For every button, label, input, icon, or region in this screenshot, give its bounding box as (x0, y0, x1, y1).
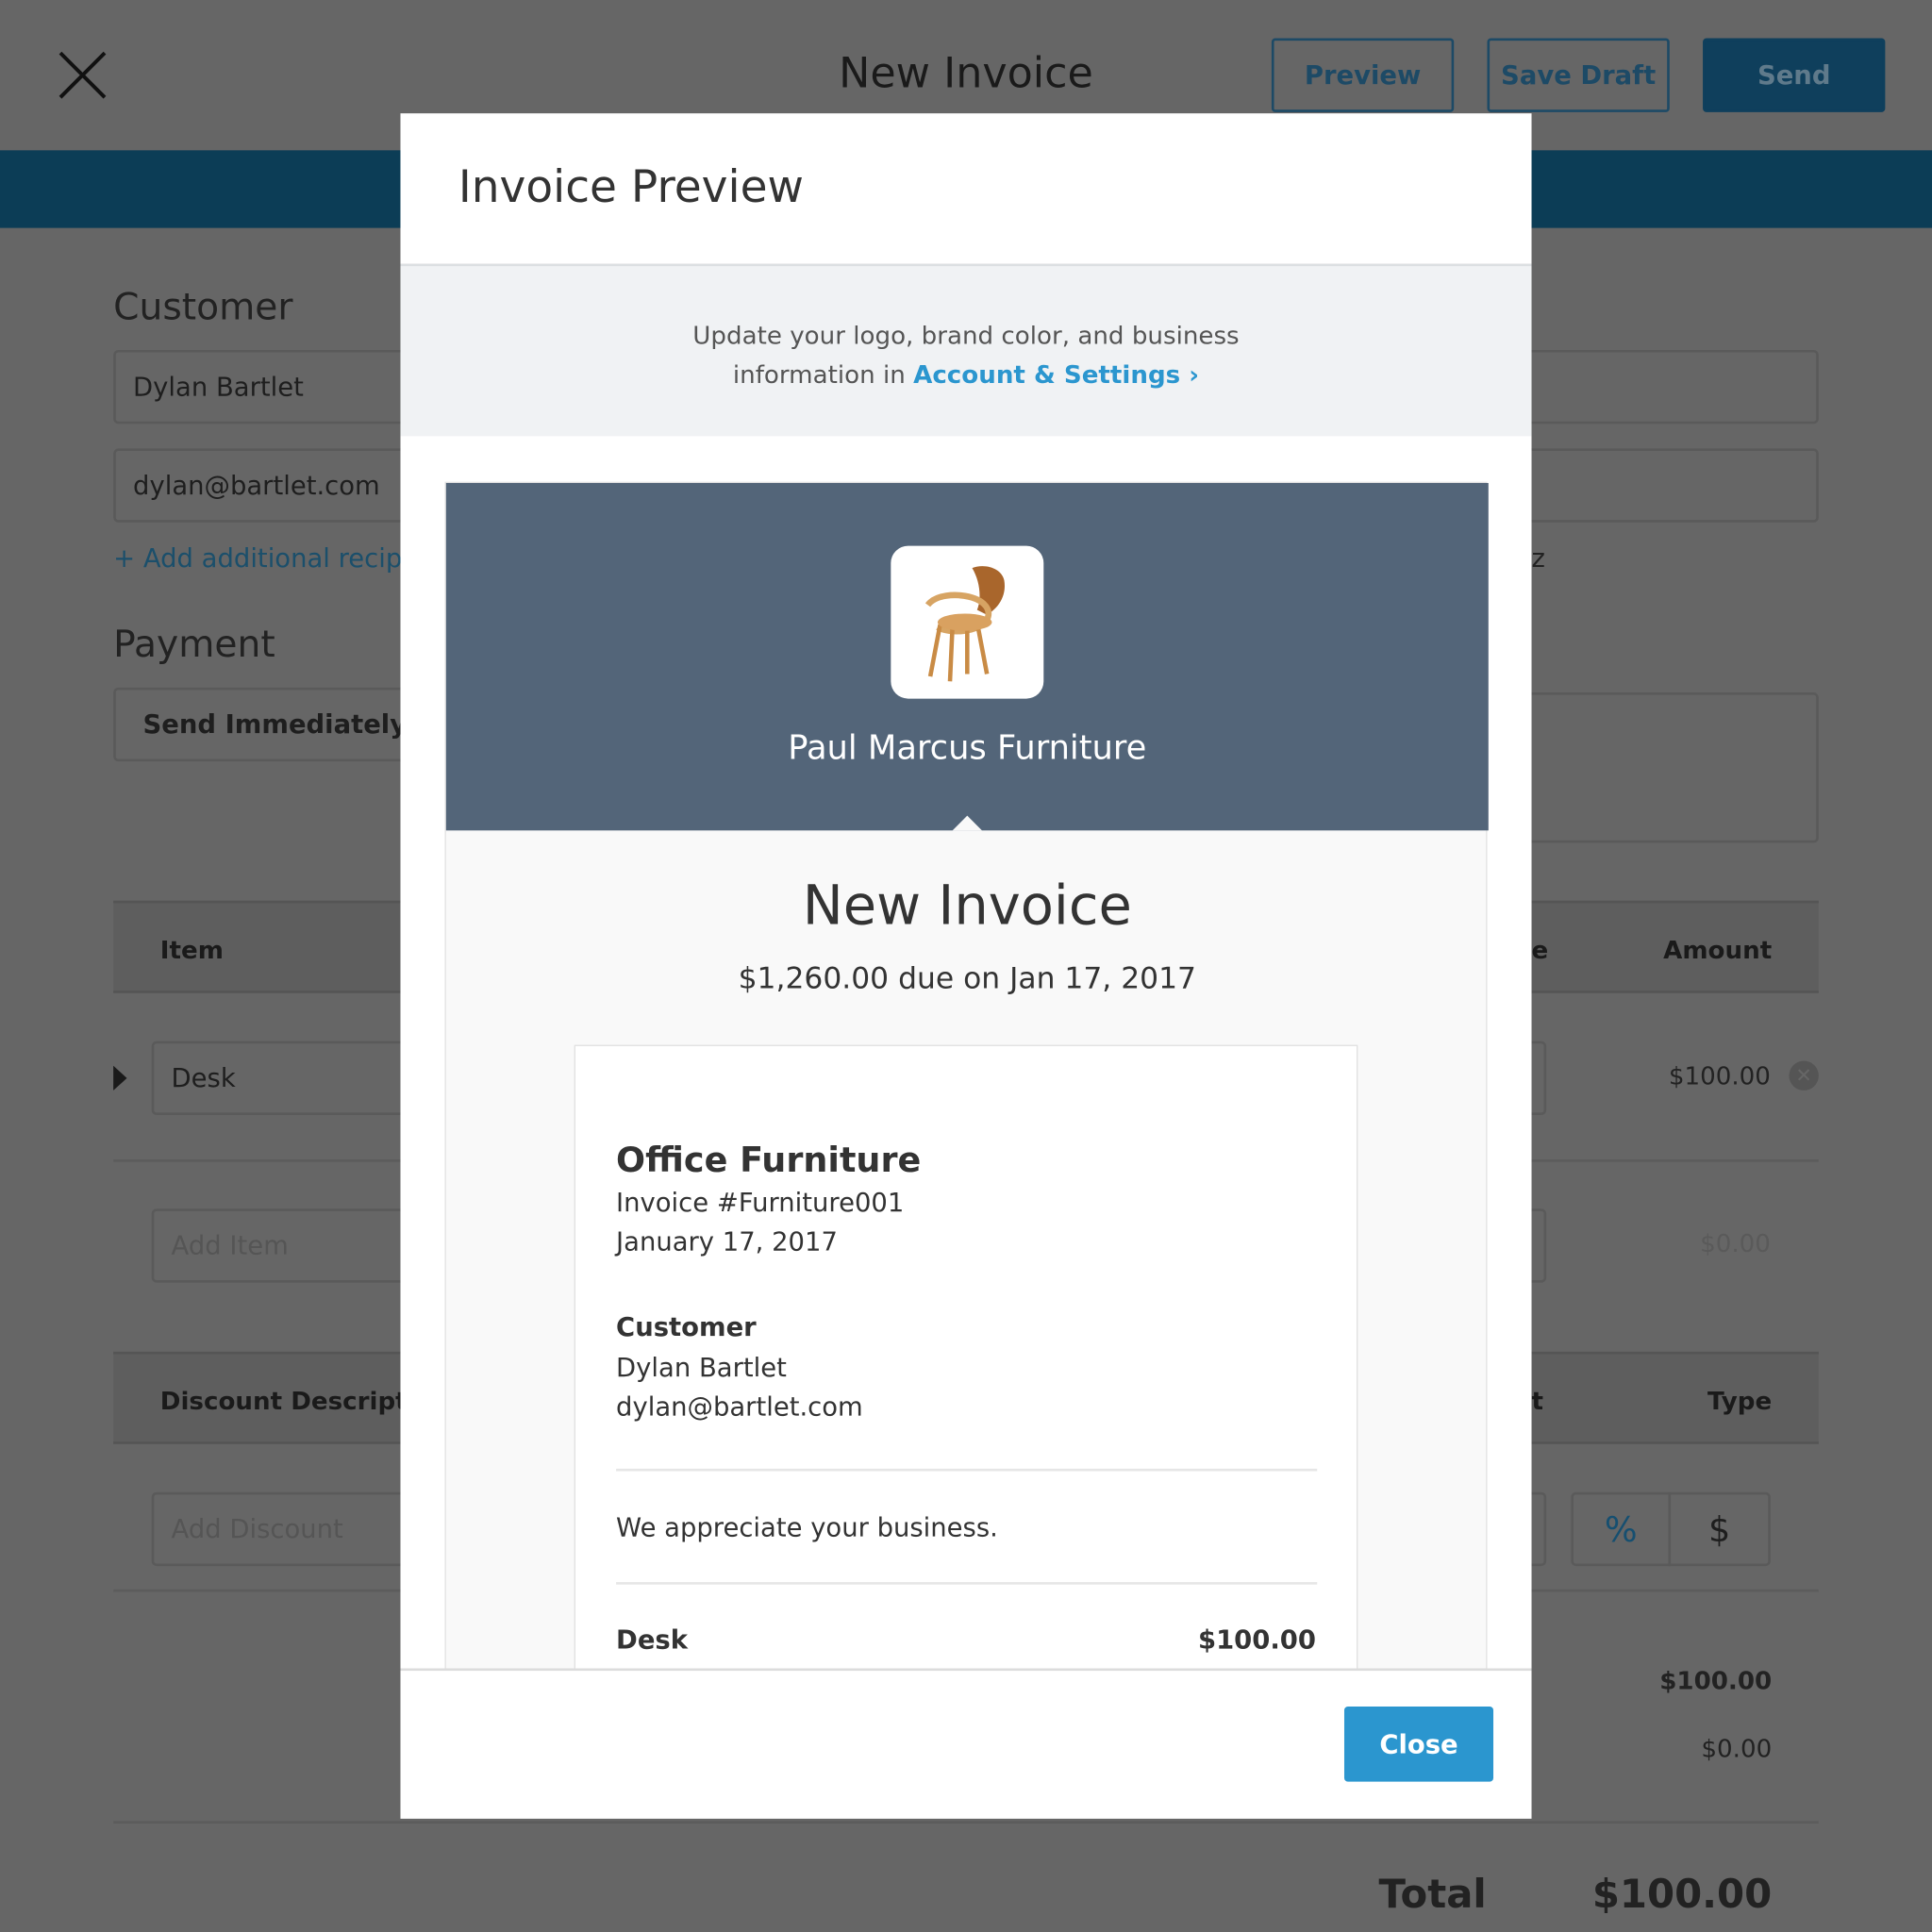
payment-heading: Payment (113, 623, 275, 667)
close-button[interactable]: Close (1343, 1706, 1494, 1782)
divider (113, 1821, 1819, 1824)
col-partial: t (1531, 1386, 1543, 1416)
subtotal-value: $100.00 (1659, 1665, 1773, 1696)
banner-line2-text: information in (732, 359, 914, 390)
item-name-value: Desk (171, 1063, 236, 1093)
invoice-date: January 17, 2017 (616, 1226, 838, 1257)
line-item-name: Desk (616, 1624, 688, 1656)
save-draft-button[interactable]: Save Draft (1487, 38, 1670, 112)
business-name: Paul Marcus Furniture (788, 729, 1147, 768)
card-title: Office Furniture (616, 1140, 922, 1181)
invoice-card: Office Furniture Invoice #Furniture001 J… (574, 1044, 1358, 1669)
customer-email-value: dylan@bartlet.com (133, 470, 380, 501)
col-partial: e (1531, 935, 1549, 965)
banner-line1: Update your logo, brand color, and busin… (692, 320, 1240, 350)
remove-item-icon[interactable]: ✕ (1789, 1060, 1819, 1091)
caret-notch (952, 815, 982, 831)
line-item-amount: $100.00 (1197, 1624, 1316, 1656)
customer-name-value: Dylan Bartlet (133, 372, 304, 402)
customer-heading: Customer (113, 286, 293, 329)
customer-label: Customer (616, 1312, 757, 1342)
add-item-placeholder: Add Item (171, 1230, 289, 1261)
divider (616, 1468, 1318, 1472)
total-label: Total (1378, 1870, 1487, 1918)
customer-email: dylan@bartlet.com (616, 1391, 863, 1423)
col-type: Type (1707, 1386, 1773, 1416)
invoice-preview-modal: Invoice Preview Update your logo, brand … (400, 113, 1532, 1819)
banner-line2: information in Account & Settings › (400, 355, 1531, 394)
total-value: $100.00 (1591, 1870, 1773, 1918)
account-settings-link[interactable]: Account & Settings › (913, 359, 1199, 389)
modal-title: Invoice Preview (458, 162, 804, 213)
type-percent-button[interactable]: % (1571, 1491, 1672, 1567)
percent-label: % (1604, 1508, 1638, 1550)
item-amount: $100.00 (1668, 1060, 1771, 1091)
account-settings-link-text: Account & Settings (913, 359, 1181, 390)
customer-name: Dylan Bartlet (616, 1353, 787, 1383)
expand-triangle-icon[interactable] (113, 1065, 127, 1091)
chair-logo-icon (924, 566, 1005, 682)
modal-footer: Close (400, 1668, 1532, 1819)
col-item: Item (159, 935, 224, 965)
dollar-label: $ (1708, 1508, 1731, 1550)
business-logo (891, 545, 1044, 699)
due-text: $1,260.00 due on Jan 17, 2017 (738, 960, 1196, 996)
add-recipient-link[interactable]: + Add additional recipie (113, 543, 425, 573)
close-x-icon[interactable] (57, 49, 108, 101)
preview-scroll-area[interactable]: Paul Marcus Furniture New Invoice $1,260… (400, 436, 1531, 1669)
settings-banner: Update your logo, brand color, and busin… (400, 263, 1532, 437)
type-dollar-button[interactable]: $ (1668, 1491, 1771, 1567)
page-title: New Invoice (839, 49, 1093, 99)
add-item-amount: $0.00 (1700, 1228, 1771, 1258)
chevron-right-icon: › (1189, 359, 1200, 390)
thank-you-message: We appreciate your business. (616, 1512, 998, 1543)
col-discount-description: Discount Descriptio (159, 1386, 433, 1416)
invoice-document: Paul Marcus Furniture New Invoice $1,260… (444, 481, 1489, 1669)
divider (616, 1582, 1318, 1585)
partial-text: z (1531, 542, 1545, 574)
discount-total-value: $0.00 (1701, 1733, 1773, 1764)
brand-header: Paul Marcus Furniture (445, 482, 1489, 831)
invoice-number: Invoice #Furniture001 (616, 1188, 905, 1218)
invoice-title: New Invoice (802, 874, 1132, 938)
preview-button[interactable]: Preview (1271, 38, 1455, 112)
payment-value: Send Immediately (142, 709, 408, 740)
col-amount: Amount (1663, 935, 1773, 965)
send-button[interactable]: Send (1703, 38, 1886, 112)
add-discount-placeholder: Add Discount (171, 1514, 343, 1544)
